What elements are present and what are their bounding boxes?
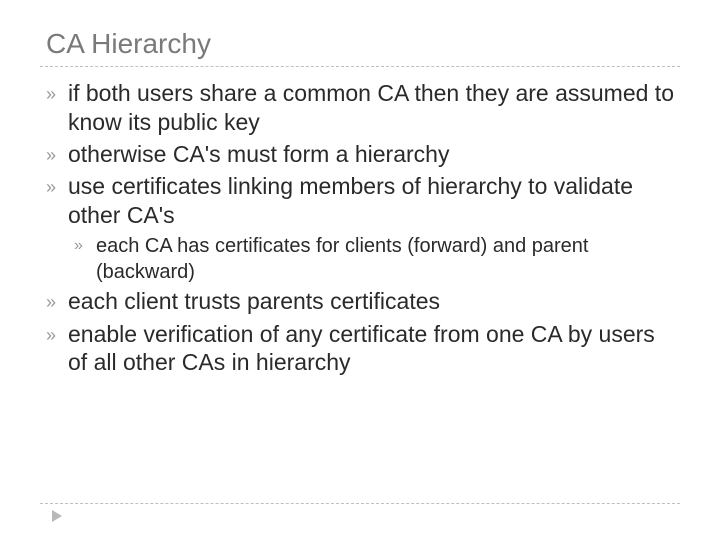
- sub-bullet-text: each CA has certificates for clients (fo…: [96, 233, 674, 285]
- list-item: » enable verification of any certificate…: [46, 320, 674, 378]
- list-item: » if both users share a common CA then t…: [46, 79, 674, 137]
- bullet-text: otherwise CA's must form a hierarchy: [68, 140, 674, 169]
- bullet-icon: »: [46, 320, 68, 350]
- sub-list-item: » each CA has certificates for clients (…: [46, 233, 674, 285]
- bullet-icon: »: [46, 172, 68, 202]
- footer-divider: [40, 503, 680, 504]
- slide-content: » if both users share a common CA then t…: [40, 79, 680, 377]
- bullet-text: if both users share a common CA then the…: [68, 79, 674, 137]
- sub-list: » each CA has certificates for clients (…: [46, 233, 674, 285]
- sub-list-container: » each CA has certificates for clients (…: [46, 233, 674, 285]
- bullet-text: enable verification of any certificate f…: [68, 320, 674, 378]
- bullet-text: each client trusts parents certificates: [68, 287, 674, 316]
- bullet-icon: »: [74, 233, 96, 259]
- list-item: » each client trusts parents certificate…: [46, 287, 674, 317]
- title-divider: [40, 66, 680, 67]
- bullet-icon: »: [46, 287, 68, 317]
- list-item: » use certificates linking members of hi…: [46, 172, 674, 230]
- bullet-list: » if both users share a common CA then t…: [46, 79, 674, 377]
- bullet-text: use certificates linking members of hier…: [68, 172, 674, 230]
- list-item: » otherwise CA's must form a hierarchy: [46, 140, 674, 170]
- bullet-icon: »: [46, 79, 68, 109]
- slide-title: CA Hierarchy: [40, 28, 680, 60]
- next-arrow-icon: [52, 510, 62, 522]
- bullet-icon: »: [46, 140, 68, 170]
